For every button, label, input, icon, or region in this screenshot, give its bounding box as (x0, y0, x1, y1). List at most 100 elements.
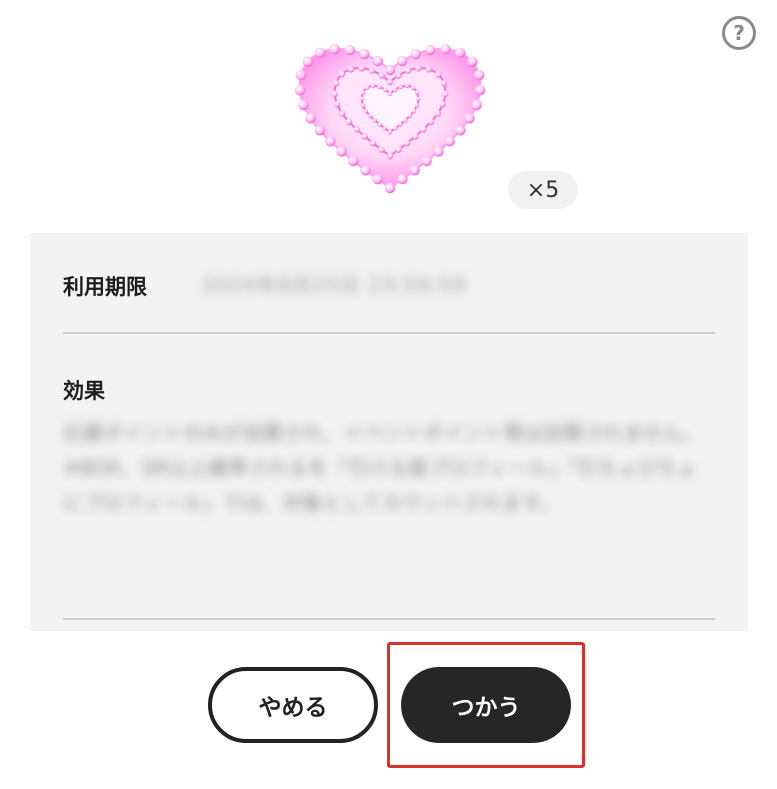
heart-bead (397, 174, 408, 185)
heart-bead (314, 47, 326, 58)
heart-bead (367, 113, 373, 119)
heart-bead (410, 48, 421, 60)
heart-bead (403, 139, 411, 147)
heart-bead (295, 69, 307, 81)
heart-bead (364, 85, 370, 90)
heart-bead (387, 129, 393, 135)
heart-bead (377, 84, 382, 90)
heart-bead (420, 126, 427, 133)
heart-bead (425, 44, 436, 56)
heart-bead (442, 90, 449, 98)
effect-description: 応援ポイントのみが加算され、イベントポイント等は加算されません。 ※BOX、SR… (63, 421, 703, 515)
heart-bead (345, 118, 353, 126)
divider (63, 618, 715, 620)
heart-bead (325, 136, 336, 147)
heart-bead (392, 87, 398, 93)
heart-bead (434, 110, 441, 117)
heart-bead (409, 165, 420, 176)
heart-bead (331, 90, 338, 98)
heart-bead (360, 90, 366, 95)
heart-bead (412, 133, 419, 140)
cancel-button[interactable]: やめる (208, 667, 378, 743)
heart-bead (302, 56, 313, 67)
heart-bead (314, 125, 325, 136)
item-use-dialog: ? ×5 利用期限 2024年8月25日 23:59:59 効果 応援ポイントの… (0, 0, 777, 789)
heart-bead (427, 118, 435, 126)
heart-bead (435, 71, 442, 78)
heart-bead (474, 85, 486, 96)
heart-bead (387, 91, 393, 97)
heart-bead (344, 44, 355, 56)
heart-bead (368, 67, 376, 74)
heart-bead (397, 55, 408, 67)
heart-bead (403, 118, 408, 123)
heart-bead (421, 155, 432, 167)
heart-bead (415, 65, 422, 72)
heart-bead (395, 72, 402, 79)
heart-bead (359, 96, 364, 102)
heart-bead (384, 64, 396, 76)
expiry-label: 利用期限 (63, 275, 147, 299)
effect-label: 効果 (63, 379, 105, 403)
heart-bead (336, 146, 347, 157)
heart-bead (363, 108, 369, 114)
heart-bead (348, 155, 359, 167)
heart-bead (338, 71, 345, 78)
heart-bead (433, 146, 444, 157)
use-button[interactable]: つかう (401, 667, 571, 743)
pink-heart-icon (290, 28, 490, 198)
heart-bead (395, 146, 402, 153)
heart-bead (410, 85, 416, 90)
heart-bead (414, 103, 420, 108)
heart-bead (372, 174, 383, 185)
heart-bead (384, 182, 396, 194)
heart-bead (372, 118, 377, 123)
heart-bead (377, 122, 382, 127)
heart-bead (404, 67, 412, 74)
heart-bead (425, 66, 433, 73)
heart-bead (407, 113, 413, 119)
heart-bead (358, 65, 365, 72)
heart-bead (439, 101, 447, 108)
heart-bead (393, 126, 398, 131)
heart-bead (372, 55, 383, 67)
heart-bead (298, 99, 309, 111)
heart-bead (329, 43, 340, 55)
heart-bead (361, 133, 368, 140)
heart-bead (382, 126, 387, 131)
heart-bead (353, 126, 360, 133)
help-button[interactable]: ? (722, 16, 756, 50)
heart-bead (378, 72, 385, 79)
heart-bead (404, 83, 410, 89)
expiry-value: 2024年8月25日 23:59:59 (202, 273, 467, 297)
heart-bead (360, 165, 371, 176)
heart-bead (382, 87, 388, 93)
heart-bead (386, 152, 394, 160)
heart-bead (467, 56, 478, 67)
heart-bead (333, 101, 341, 108)
heart-bead (398, 84, 403, 90)
heart-bead (305, 113, 316, 124)
heart-bead (294, 85, 306, 96)
heart-bead (369, 139, 377, 147)
heart-bead (444, 136, 455, 147)
heart-bead (347, 66, 355, 73)
heart-bead (473, 69, 485, 81)
heart-bead (416, 96, 421, 102)
heart-bead (378, 146, 385, 153)
quantity-badge: ×5 (508, 171, 578, 209)
heart-bead (440, 80, 448, 87)
heart-bead (386, 78, 394, 86)
heart-bead (414, 90, 420, 95)
heart-bead (411, 108, 417, 114)
question-circle-icon: ? (733, 21, 745, 45)
heart-bead (455, 125, 466, 136)
heart-bead (454, 47, 466, 58)
heart-bead (464, 113, 475, 124)
divider (63, 332, 715, 334)
heart-bead (339, 110, 346, 117)
heart-bead (440, 43, 451, 55)
heart-bead (398, 122, 403, 127)
heart-bead (471, 99, 482, 111)
heart-bead (332, 80, 340, 87)
